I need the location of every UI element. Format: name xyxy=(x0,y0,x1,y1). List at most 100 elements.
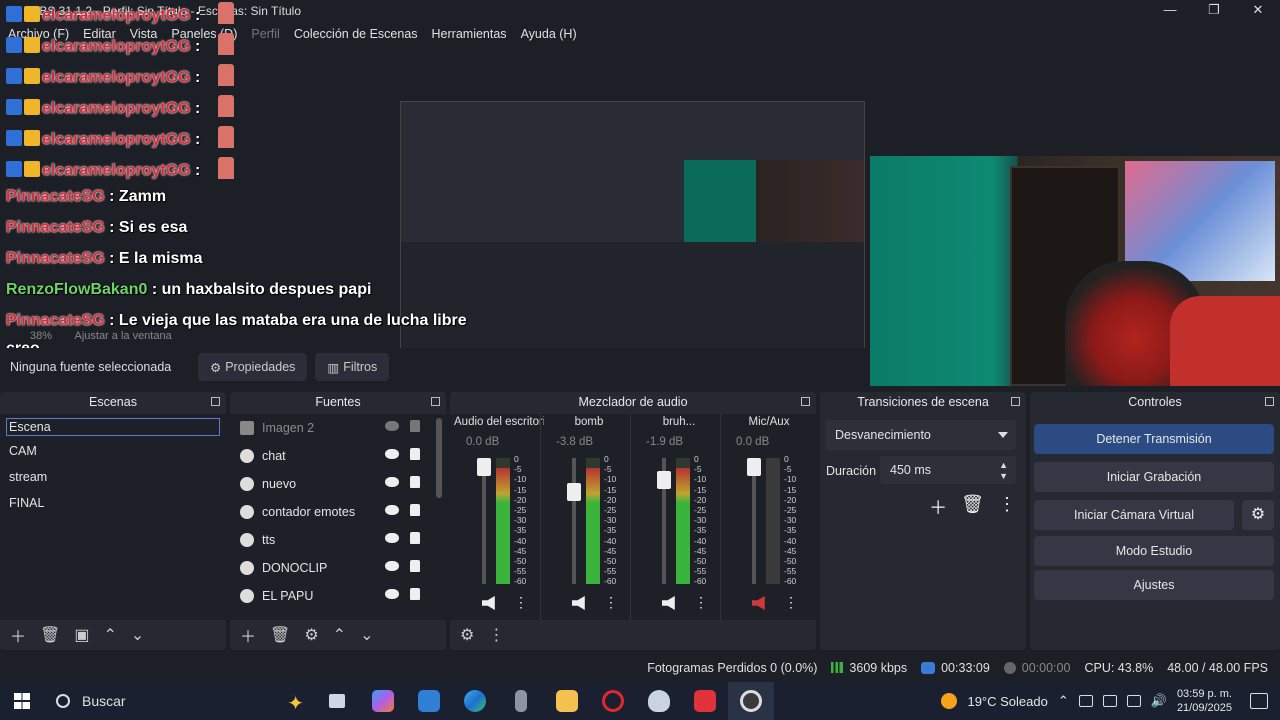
lock-icon[interactable] xyxy=(410,448,420,460)
remove-source-icon[interactable]: 🗑 xyxy=(270,625,290,645)
copilot-app[interactable] xyxy=(360,682,406,720)
eye-icon[interactable] xyxy=(385,505,399,515)
move-down-icon[interactable]: ⌄ xyxy=(131,625,144,645)
eye-icon[interactable] xyxy=(385,533,399,543)
taskbar-search[interactable]: Buscar ✦ xyxy=(44,682,314,720)
channel-menu-icon[interactable]: ⋮ xyxy=(694,594,708,611)
clock-time: 03:59 p. m. xyxy=(1176,688,1232,700)
speaker-icon[interactable] xyxy=(572,596,585,610)
float-dock-icon[interactable] xyxy=(211,397,220,406)
add-scene-icon[interactable]: ＋ xyxy=(10,623,26,647)
eye-icon[interactable] xyxy=(385,561,399,571)
lock-icon[interactable] xyxy=(410,504,420,516)
lock-icon[interactable] xyxy=(410,532,420,544)
chevron-up-icon[interactable]: ⌃ xyxy=(1058,693,1069,709)
start-recording-button[interactable]: Iniciar Grabación xyxy=(1034,462,1274,492)
eye-icon[interactable] xyxy=(385,589,399,599)
scene-item[interactable]: FINAL xyxy=(0,490,226,516)
source-item[interactable]: DONOCLIP xyxy=(230,554,446,582)
opera-app[interactable] xyxy=(590,682,636,720)
settings-button[interactable]: Ajustes xyxy=(1034,570,1274,600)
lock-icon[interactable] xyxy=(410,560,420,572)
tray-app-icon[interactable] xyxy=(1078,695,1093,707)
transition-select[interactable]: Desvanecimiento xyxy=(826,420,1016,450)
volume-slider-track[interactable] xyxy=(572,458,576,584)
channel-menu-icon[interactable]: ⋮ xyxy=(514,594,528,611)
duration-spinbox[interactable]: 450 ms ▲ ▼ xyxy=(880,456,1016,484)
volume-slider-handle[interactable] xyxy=(567,482,581,501)
mixer-menu-icon[interactable]: ⋮ xyxy=(488,625,504,645)
maximize-button[interactable]: ❐ xyxy=(1192,0,1236,22)
clock[interactable]: 03:59 p. m. 21/09/2025 xyxy=(1177,687,1232,715)
volume-slider-handle[interactable] xyxy=(747,458,761,476)
start-virtual-camera-button[interactable]: Iniciar Cámara Virtual xyxy=(1034,500,1234,530)
source-item[interactable]: nuevo xyxy=(230,470,446,498)
lock-icon[interactable] xyxy=(410,588,420,600)
weather-app[interactable] xyxy=(636,682,682,720)
studio-mode-button[interactable]: Modo Estudio xyxy=(1034,536,1274,566)
volume-slider-handle[interactable] xyxy=(657,470,671,489)
close-button[interactable]: ✕ xyxy=(1236,0,1280,22)
virtual-camera-settings-icon[interactable]: ⚙ xyxy=(1242,500,1274,530)
float-dock-icon[interactable] xyxy=(1265,397,1274,406)
source-item[interactable]: Imagen 2 xyxy=(230,414,446,442)
network-icon[interactable] xyxy=(1126,695,1141,707)
source-item[interactable]: EL PAPU xyxy=(230,582,446,610)
chevron-down-icon[interactable]: ▼ xyxy=(999,471,1008,481)
transition-menu-icon[interactable]: ⋮ xyxy=(998,494,1016,520)
source-item[interactable]: tts xyxy=(230,526,446,554)
scene-item[interactable]: Escena xyxy=(6,418,220,436)
store-app[interactable] xyxy=(406,682,452,720)
start-button[interactable] xyxy=(0,682,44,720)
volume-slider-track[interactable] xyxy=(482,458,486,584)
volume-slider-track[interactable] xyxy=(752,458,756,584)
scene-item[interactable]: CAM xyxy=(0,438,226,464)
scene-filters-icon[interactable]: ▣ xyxy=(74,625,89,645)
channel-menu-icon[interactable]: ⋮ xyxy=(604,594,618,611)
db-scale-tick: -45 xyxy=(514,545,527,556)
float-dock-icon[interactable] xyxy=(801,397,810,406)
chevron-down-icon xyxy=(998,432,1008,438)
add-source-icon[interactable]: ＋ xyxy=(240,623,256,647)
move-up-icon[interactable]: ⌃ xyxy=(103,625,116,645)
file-explorer-app[interactable] xyxy=(544,682,590,720)
source-item[interactable]: contador emotes xyxy=(230,498,446,526)
db-scale-tick: -40 xyxy=(514,535,527,546)
stop-streaming-button[interactable]: Detener Transmisión xyxy=(1034,424,1274,454)
source-item[interactable]: chat xyxy=(230,442,446,470)
scene-item[interactable]: stream xyxy=(0,464,226,490)
browser-icon xyxy=(240,505,254,519)
task-view-button[interactable] xyxy=(314,682,360,720)
lock-icon[interactable] xyxy=(410,420,420,432)
wps-app[interactable] xyxy=(682,682,728,720)
chevron-up-icon[interactable]: ▲ xyxy=(999,460,1008,470)
speaker-icon[interactable] xyxy=(482,596,495,610)
remove-scene-icon[interactable]: 🗑 xyxy=(40,625,60,645)
remove-transition-icon[interactable]: 🗑 xyxy=(961,494,984,520)
edge-app[interactable] xyxy=(452,682,498,720)
volume-icon[interactable]: 🔊 xyxy=(1151,693,1167,709)
volume-slider-handle[interactable] xyxy=(477,458,491,476)
float-dock-icon[interactable] xyxy=(431,397,440,406)
weather-text[interactable]: 19°C Soleado xyxy=(967,694,1047,709)
move-down-icon[interactable]: ⌄ xyxy=(360,625,373,645)
notifications-icon[interactable] xyxy=(1250,693,1268,709)
properties-button[interactable]: ⚙ Propiedades xyxy=(198,353,308,381)
eye-icon[interactable] xyxy=(385,477,399,487)
channel-menu-icon[interactable]: ⋮ xyxy=(784,594,798,611)
lock-icon[interactable] xyxy=(410,476,420,488)
advanced-audio-icon[interactable]: ⚙ xyxy=(460,625,474,645)
filters-button[interactable]: ▥ Filtros xyxy=(315,353,390,381)
microphone-app[interactable] xyxy=(498,682,544,720)
speaker-icon[interactable] xyxy=(662,596,675,610)
speaker-muted-icon[interactable] xyxy=(752,596,765,610)
add-transition-icon[interactable]: ＋ xyxy=(929,494,947,520)
float-dock-icon[interactable] xyxy=(1011,397,1020,406)
battery-icon[interactable] xyxy=(1102,695,1117,707)
source-properties-icon[interactable]: ⚙ xyxy=(304,625,318,645)
obs-app[interactable] xyxy=(728,682,774,720)
minimize-button[interactable]: — xyxy=(1148,0,1192,22)
eye-slash-icon[interactable] xyxy=(385,421,399,431)
eye-icon[interactable] xyxy=(385,449,399,459)
move-up-icon[interactable]: ⌃ xyxy=(333,625,346,645)
